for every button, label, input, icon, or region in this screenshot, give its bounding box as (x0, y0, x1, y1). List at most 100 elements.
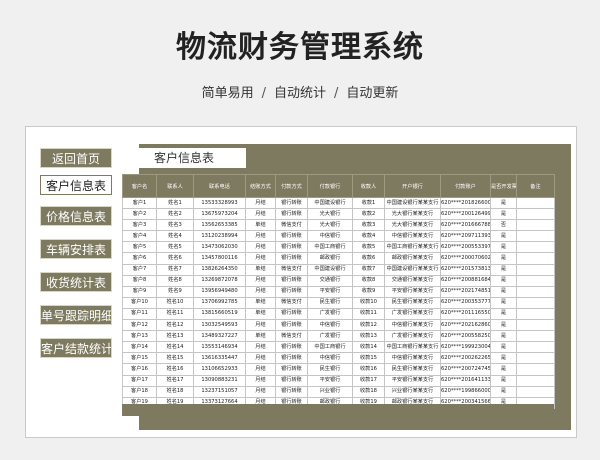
table-cell[interactable]: 月结 (245, 352, 276, 365)
table-cell[interactable]: 银行转账 (275, 196, 308, 210)
table-cell[interactable]: 中信银行某某支行 (384, 352, 441, 365)
table-cell[interactable]: 是 (490, 330, 517, 343)
table-cell[interactable]: 姓名1 (156, 196, 194, 210)
table-cell[interactable]: 收款3 (352, 219, 385, 232)
table-cell[interactable]: 13032549593 (193, 319, 246, 332)
table-cell[interactable]: 客户11 (122, 307, 157, 321)
table-cell[interactable]: 13237151057 (193, 385, 246, 398)
table-cell[interactable]: 收款16 (352, 363, 385, 376)
table-cell[interactable]: 银行转账 (275, 285, 308, 298)
table-cell[interactable]: 客户1 (122, 196, 157, 210)
table-cell[interactable]: 客户8 (122, 274, 157, 287)
table-cell[interactable]: 单结 (245, 296, 276, 309)
table-cell[interactable]: 客户3 (122, 219, 157, 232)
table-cell[interactable]: 民生银行 (307, 363, 353, 376)
table-cell[interactable]: 620****2016411331 (440, 374, 491, 387)
table-cell[interactable]: 13675973204 (193, 208, 246, 221)
table-cell[interactable]: 银行转账 (275, 319, 308, 332)
table-cell[interactable] (516, 252, 555, 265)
table-cell[interactable]: 姓名11 (156, 307, 194, 321)
table-cell[interactable]: 收款1 (352, 196, 385, 210)
table-cell[interactable]: 姓名17 (156, 374, 194, 387)
table-cell[interactable]: 客户6 (122, 252, 157, 265)
table-cell[interactable]: 月结 (245, 341, 276, 354)
table-cell[interactable]: 客户13 (122, 330, 157, 343)
table-cell[interactable]: 月结 (245, 363, 276, 376)
table-cell[interactable]: 银行转账 (275, 230, 308, 243)
table-cell[interactable]: 收款18 (352, 385, 385, 398)
table-cell[interactable]: 是 (490, 374, 517, 387)
table-cell[interactable]: 月结 (245, 374, 276, 387)
table-cell[interactable]: 单结 (245, 219, 276, 232)
table-cell[interactable]: 月结 (245, 241, 276, 254)
table-cell[interactable]: 620****1998660005 (440, 385, 491, 398)
table-cell[interactable]: 光大银行 (307, 219, 353, 232)
nav-customer-info-button[interactable]: 客户信息表 (40, 175, 112, 195)
table-cell[interactable] (516, 374, 555, 387)
table-cell[interactable]: 客户5 (122, 241, 157, 254)
table-cell[interactable]: 月结 (245, 285, 276, 298)
table-cell[interactable]: 姓名6 (156, 252, 194, 265)
table-cell[interactable]: 姓名3 (156, 219, 194, 232)
table-cell[interactable]: 月结 (245, 196, 276, 210)
table-cell[interactable]: 620****2008816847 (440, 274, 491, 287)
table-cell[interactable]: 是 (490, 241, 517, 254)
table-cell[interactable] (516, 385, 555, 398)
table-cell[interactable]: 客户10 (122, 296, 157, 309)
table-cell[interactable]: 是 (490, 230, 517, 243)
table-cell[interactable]: 620****2005582503 (440, 330, 491, 343)
table-cell[interactable]: 13457800116 (193, 252, 246, 265)
table-cell[interactable]: 是 (490, 352, 517, 365)
table-cell[interactable]: 13533328993 (193, 196, 246, 210)
table-cell[interactable]: 民生银行某某支行 (384, 363, 441, 376)
table-cell[interactable]: 客户9 (122, 285, 157, 298)
table-cell[interactable]: 收款17 (352, 374, 385, 387)
table-cell[interactable]: 月结 (245, 208, 276, 221)
table-cell[interactable]: 中国工商银行某某支行 (384, 241, 441, 254)
table-cell[interactable]: 收款9 (352, 285, 385, 298)
table-cell[interactable]: 620****2000706029 (440, 252, 491, 265)
table-cell[interactable]: 邮政银行 (307, 252, 353, 265)
table-cell[interactable]: 客户17 (122, 374, 157, 387)
table-cell[interactable] (516, 296, 555, 309)
table-cell[interactable]: 收款8 (352, 274, 385, 287)
nav-tracking-detail-button[interactable]: 单号跟踪明细 (40, 305, 112, 325)
nav-vehicle-schedule-button[interactable]: 车辆安排表 (40, 239, 112, 259)
table-cell[interactable]: 13956949480 (193, 285, 246, 298)
table-cell[interactable] (516, 307, 555, 321)
table-cell[interactable]: 中国工商银行 (307, 341, 353, 354)
table-cell[interactable]: 620****1999230047 (440, 341, 491, 354)
table-cell[interactable]: 是 (490, 196, 517, 210)
table-cell[interactable]: 姓名9 (156, 285, 194, 298)
table-cell[interactable]: 单结 (245, 330, 276, 343)
table-cell[interactable]: 民生银行 (307, 296, 353, 309)
table-cell[interactable]: 姓名4 (156, 230, 194, 243)
table-cell[interactable] (516, 285, 555, 298)
table-cell[interactable]: 是 (490, 385, 517, 398)
nav-payment-stats-button[interactable]: 客户结款统计 (40, 338, 112, 358)
table-cell[interactable]: 民生银行某某支行 (384, 296, 441, 309)
table-cell[interactable] (516, 341, 555, 354)
table-cell[interactable]: 是 (490, 363, 517, 376)
table-cell[interactable]: 620****2001264995 (440, 208, 491, 221)
table-cell[interactable]: 银行转账 (275, 352, 308, 365)
table-cell[interactable]: 单结 (245, 263, 276, 276)
table-cell[interactable]: 姓名13 (156, 330, 194, 343)
table-cell[interactable]: 收款4 (352, 230, 385, 243)
table-cell[interactable] (516, 363, 555, 376)
table-cell[interactable]: 620****2005533975 (440, 241, 491, 254)
table-cell[interactable]: 620****2002622651 (440, 352, 491, 365)
table-cell[interactable]: 姓名2 (156, 208, 194, 221)
table-cell[interactable]: 620****2021628607 (440, 319, 491, 332)
table-cell[interactable]: 广发银行某某支行 (384, 330, 441, 343)
table-cell[interactable]: 银行转账 (275, 363, 308, 376)
table-cell[interactable]: 月结 (245, 252, 276, 265)
table-cell[interactable]: 收款7 (352, 263, 385, 276)
table-cell[interactable]: 中信银行某某支行 (384, 319, 441, 332)
table-cell[interactable]: 客户18 (122, 385, 157, 398)
table-cell[interactable]: 银行转账 (275, 274, 308, 287)
table-cell[interactable]: 兴业银行某某支行 (384, 385, 441, 398)
table-cell[interactable]: 13553146934 (193, 341, 246, 354)
table-cell[interactable]: 是 (490, 208, 517, 221)
table-cell[interactable]: 姓名12 (156, 319, 194, 332)
